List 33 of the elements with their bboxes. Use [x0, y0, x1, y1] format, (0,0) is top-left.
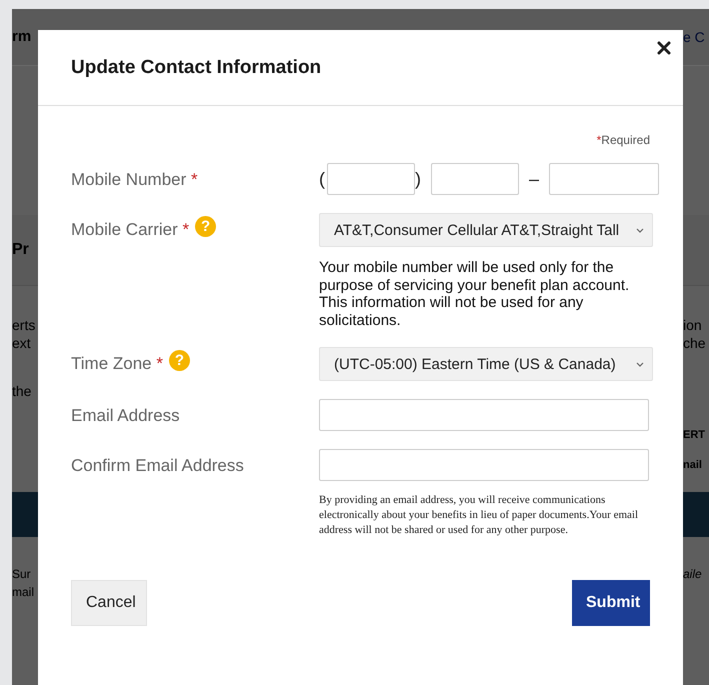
phone-separator: ( [319, 168, 325, 190]
line-number-field[interactable] [549, 163, 660, 195]
cancel-button[interactable]: Cancel [71, 580, 147, 626]
field-label: Time Zone * [71, 354, 163, 374]
close-button[interactable] [657, 41, 671, 55]
field-label: Mobile Number * [71, 170, 198, 190]
page-text: aile [683, 566, 703, 583]
phone-separator: ) [415, 168, 421, 190]
prefix-field[interactable] [431, 163, 519, 195]
input-field[interactable] [319, 449, 649, 481]
dropdown[interactable]: AT&T,Consumer Cellular AT&T,Straight Tall [319, 213, 653, 247]
page-text: Pr [12, 241, 30, 259]
area-code-field[interactable] [327, 163, 415, 195]
help-text: Your mobile number will be used only for the purpose of servicing your benefit plan account. This information will not be used for any solicitations. [319, 259, 630, 329]
phone-separator: – [529, 168, 540, 190]
caret-icon [636, 362, 644, 366]
field-label: Mobile Carrier * [71, 220, 190, 240]
page-text: the [12, 382, 32, 400]
page-text: rm [12, 28, 32, 46]
field-label: Confirm Email Address [71, 456, 244, 476]
page-text: Sur mail [12, 566, 36, 601]
page-text: e C [683, 28, 706, 46]
dialog-title: Update Contact Information [71, 57, 322, 79]
disclaimer-text: By providing an email address, you will receive communications electronically about your benefits in lieu of paper documents.Your email address will not be shared or used for any other purpose. [319, 493, 640, 538]
page-text: ERT nail [683, 428, 706, 473]
dropdown[interactable]: (UTC-05:00) Eastern Time (US & Canada) [319, 347, 653, 381]
required-note: *Required [596, 133, 650, 147]
page-text: erts ext [12, 316, 36, 352]
page-text: ion che [683, 316, 707, 352]
submit-button[interactable]: Submit [572, 580, 650, 626]
caret-icon [636, 228, 644, 232]
field-label: Email Address [71, 406, 180, 426]
input-field[interactable] [319, 399, 649, 431]
